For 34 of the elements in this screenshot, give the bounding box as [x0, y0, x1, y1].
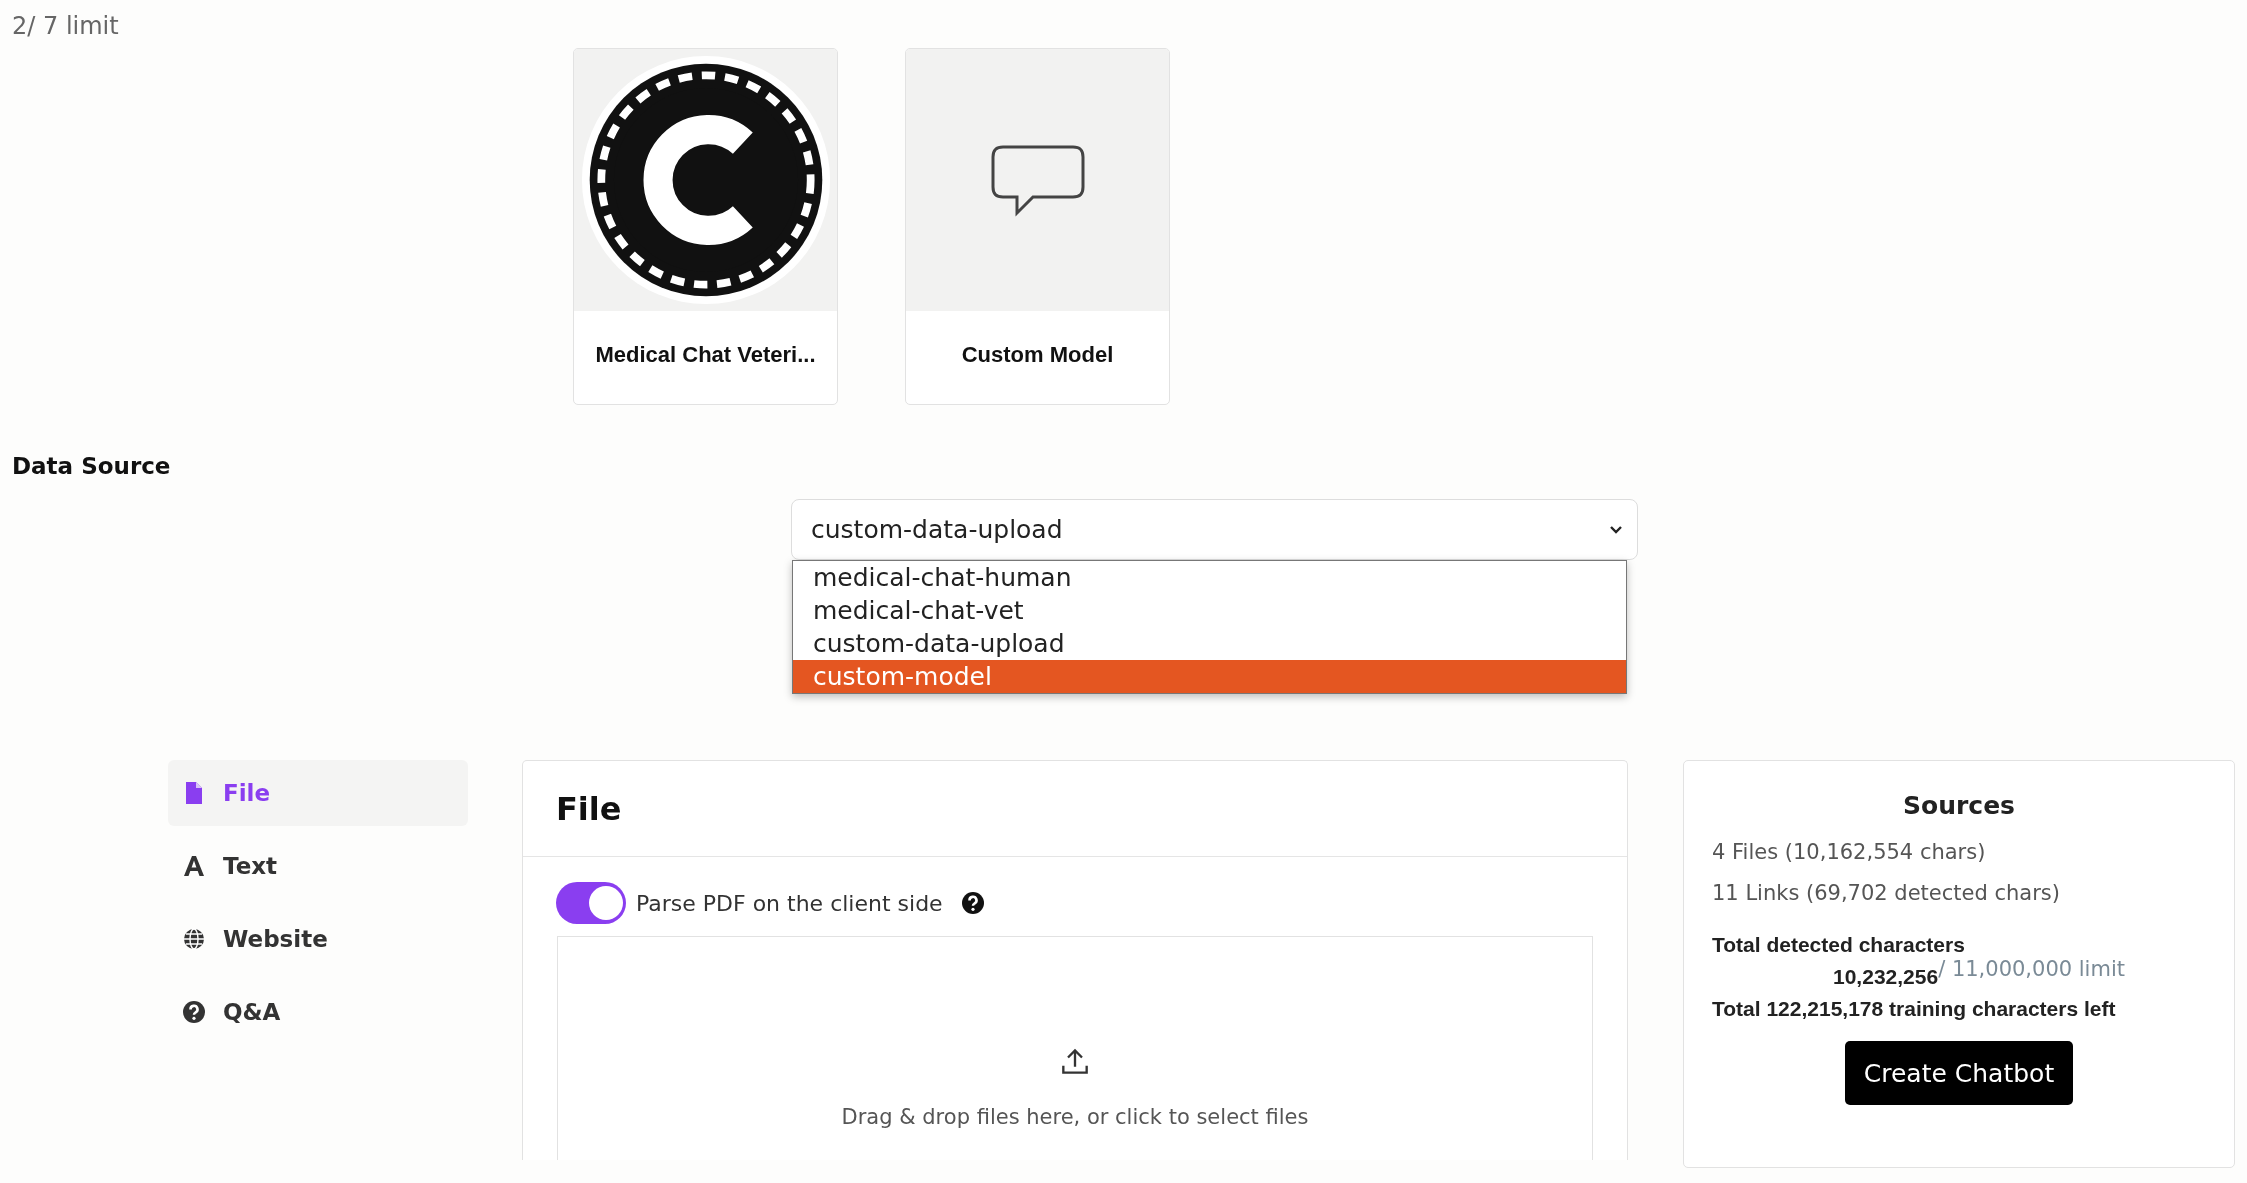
sidebar-item[interactable]: Text [168, 833, 468, 899]
links-count: 11 Links (69,702 detected chars) [1712, 881, 2061, 905]
toggle-label: Parse PDF on the client side [636, 890, 943, 916]
dropdown-option[interactable]: medical-chat-vet [793, 594, 1626, 627]
limit-text: / 11,000,000 limit [1938, 957, 2125, 981]
panel-title: File [556, 789, 622, 828]
characters-left: Total 122,215,178 training characters left [1712, 997, 2117, 1021]
help-icon [182, 1000, 206, 1024]
total-label: Total detected characters [1712, 933, 1966, 957]
model-name: Custom Model [960, 342, 1115, 368]
model-name: Medical Chat Veteri... [594, 342, 817, 368]
model-card[interactable]: Medical Chat Veteri... [573, 48, 838, 405]
usage-limit: 2/ 7 limit [12, 12, 119, 40]
section-heading: Data Source [12, 453, 172, 479]
help-icon[interactable] [960, 891, 985, 915]
upload-icon [1061, 1047, 1089, 1075]
dropdown-option[interactable]: custom-data-upload [793, 627, 1626, 660]
files-count: 4 Files (10,162,554 chars) [1712, 840, 1987, 864]
model-card[interactable]: Custom Model [905, 48, 1170, 405]
letter-icon [182, 854, 206, 878]
sidebar-item[interactable]: Website [168, 906, 468, 972]
file-dropzone[interactable]: Drag & drop files here, or click to select files [557, 936, 1593, 1160]
sources-title: Sources [1903, 791, 2015, 820]
chevron-down-icon [1609, 524, 1623, 535]
dropdown-option[interactable]: custom-model [793, 660, 1626, 693]
sidebar-item[interactable]: Q&A [168, 979, 468, 1045]
dropzone-text: Drag & drop files here, or click to select files [841, 1105, 1309, 1129]
create-chatbot-button[interactable]: Create Chatbot [1845, 1041, 2073, 1105]
total-value: 10,232,256 [1833, 965, 1939, 989]
globe-icon [182, 927, 206, 951]
dropdown-option[interactable]: medical-chat-human [793, 561, 1626, 594]
data-source-select[interactable]: custom-data-upload [791, 499, 1638, 560]
toggle-switch[interactable] [556, 882, 626, 924]
sidebar-item[interactable]: File [168, 760, 468, 826]
